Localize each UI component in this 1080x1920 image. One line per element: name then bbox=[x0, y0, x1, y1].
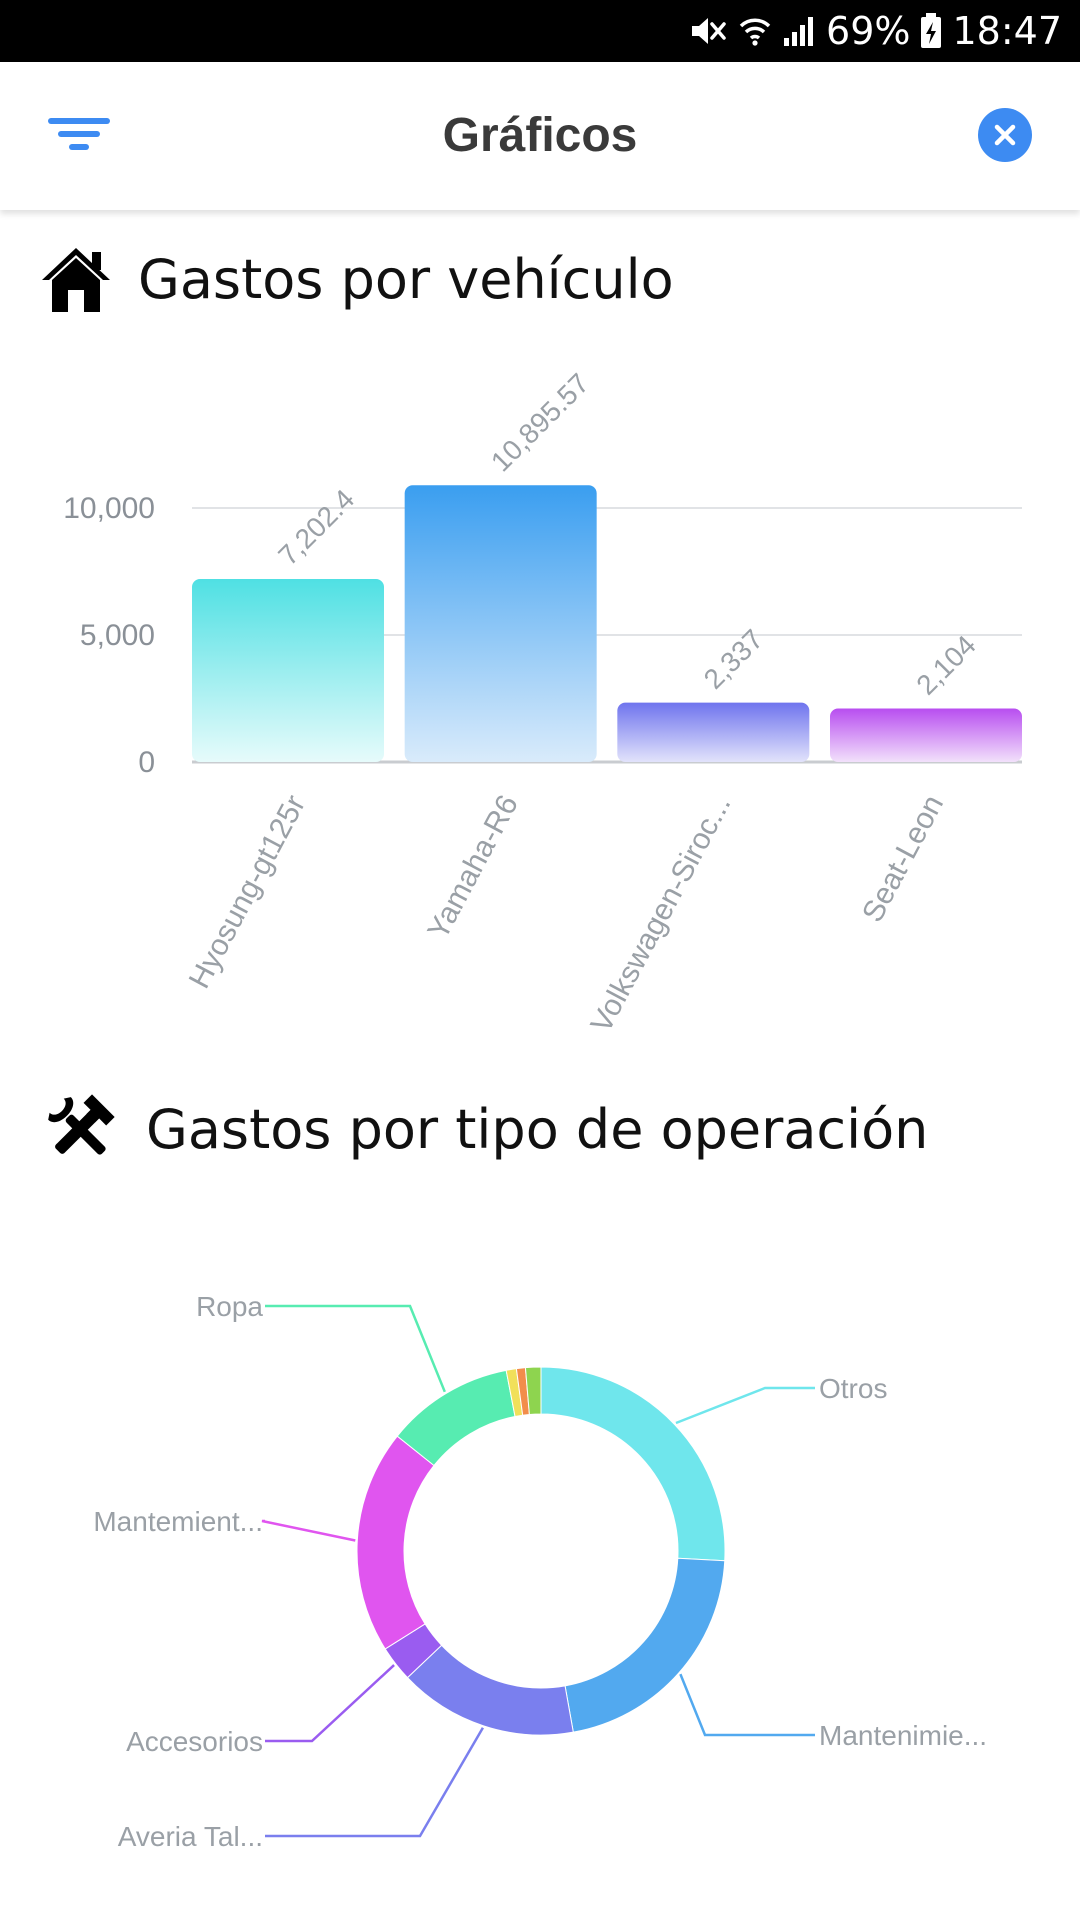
mute-icon bbox=[690, 14, 728, 48]
leader-line bbox=[675, 1386, 815, 1425]
leader-line bbox=[679, 1673, 815, 1737]
slice-label: Otros bbox=[819, 1373, 887, 1404]
bar-seat-leon[interactable] bbox=[830, 708, 1022, 762]
bar-yamaha-r6[interactable] bbox=[404, 485, 597, 762]
page-title: Gráficos bbox=[442, 109, 638, 162]
close-button[interactable] bbox=[978, 108, 1032, 162]
bar-hyosung-gt125r[interactable] bbox=[192, 579, 384, 762]
slice-label: Ropa bbox=[196, 1291, 263, 1322]
x-tick-label: Yamaha-R6 bbox=[422, 790, 525, 945]
donut-slice-mantenimie-[interactable] bbox=[564, 1557, 726, 1733]
close-icon bbox=[994, 124, 1016, 146]
battery-percent: 69% bbox=[826, 9, 911, 53]
y-tick-label: 10,000 bbox=[63, 492, 155, 525]
leader-line bbox=[265, 1664, 395, 1743]
x-tick-label: Volkswagen-Siroc... bbox=[585, 790, 738, 1038]
signal-icon bbox=[782, 14, 816, 48]
operation-section-heading: Gastos por tipo de operación bbox=[40, 1094, 928, 1164]
bar-value-label: 2,104 bbox=[910, 629, 981, 700]
donut-slice-mantemient-[interactable] bbox=[356, 1435, 435, 1650]
y-tick-label: 5,000 bbox=[80, 619, 155, 652]
status-bar: 69% 18:47 bbox=[0, 0, 1080, 62]
donut-slice-averia-tal-[interactable] bbox=[406, 1644, 574, 1736]
battery-charging-icon bbox=[920, 13, 942, 49]
operation-expense-donut-chart: Otros Mantenimie... Averia Tal... Accesorio… bbox=[93, 1291, 987, 1852]
vehicle-section-title: Gastos por vehículo bbox=[138, 247, 674, 311]
leader-line bbox=[261, 1519, 356, 1542]
home-icon bbox=[42, 248, 110, 312]
operation-section-title: Gastos por tipo de operación bbox=[146, 1097, 929, 1161]
slice-label: Accesorios bbox=[126, 1726, 263, 1757]
bar-volkswagen-siroc-[interactable] bbox=[617, 702, 810, 762]
vehicle-expense-bar-chart: 0 5,000 10,000 7,202.4 Hyosung-gt125r 10,895.… bbox=[63, 367, 1022, 1038]
y-tick-label: 0 bbox=[138, 746, 155, 779]
vehicle-section-heading: Gastos por vehículo bbox=[40, 244, 674, 314]
x-tick-label: Hyosung-gt125r bbox=[183, 790, 312, 994]
bar-value-label: 7,202.4 bbox=[272, 483, 360, 571]
tools-icon bbox=[48, 1094, 115, 1155]
leader-line bbox=[265, 1727, 484, 1838]
bar-value-label: 10,895.57 bbox=[485, 367, 595, 477]
slice-label: Averia Tal... bbox=[118, 1821, 263, 1852]
status-icons: 69% 18:47 bbox=[690, 0, 1062, 62]
slice-label: Mantemient... bbox=[93, 1506, 263, 1537]
leader-line bbox=[265, 1304, 446, 1393]
clock: 18:47 bbox=[952, 9, 1062, 53]
wifi-icon bbox=[738, 14, 772, 48]
app-header: Gráficos bbox=[0, 62, 1080, 210]
donut-slice-otros[interactable] bbox=[540, 1366, 726, 1562]
slice-label: Mantenimie... bbox=[819, 1720, 987, 1751]
x-tick-label: Seat-Leon bbox=[856, 790, 950, 928]
